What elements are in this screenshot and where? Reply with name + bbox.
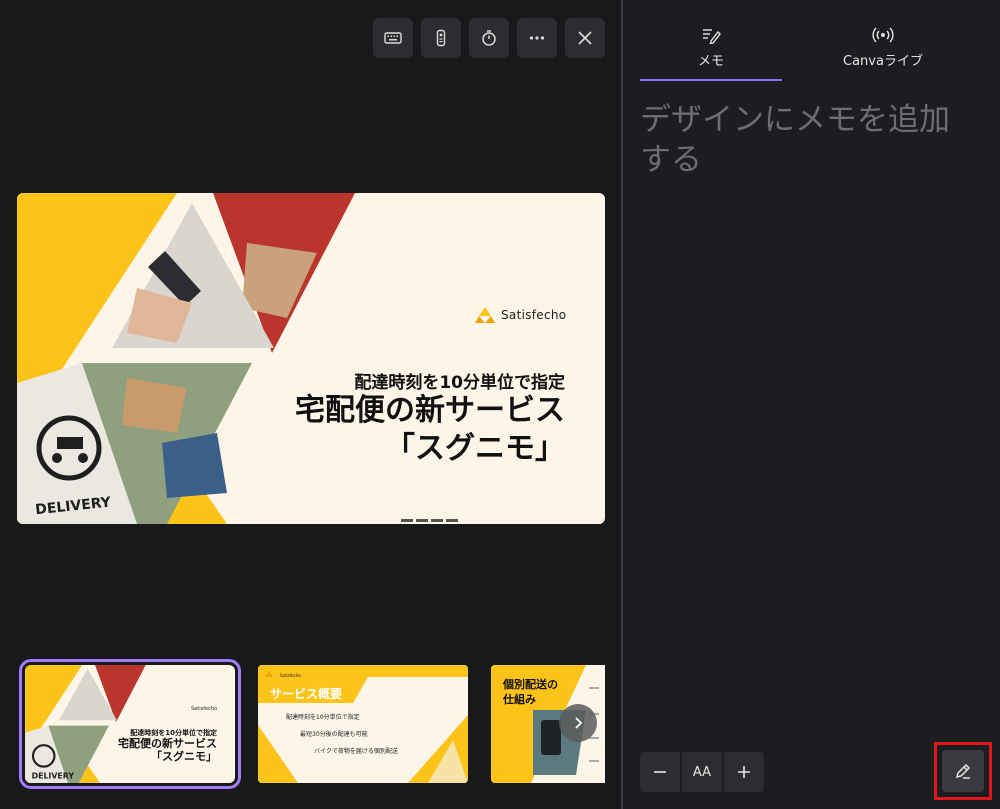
slide-pagination-dots [401,519,458,522]
thumbnail-slide-2[interactable]: Satisfecho サービス概要 配達時刻を10分単位で指定 最短30分後の配… [258,665,468,783]
more-icon [529,36,545,40]
edit-notes-button-inner [942,750,984,792]
pencil-icon [955,763,971,779]
list-item: 配達時刻を10分単位で指定 [286,714,360,721]
decrease-font-button[interactable] [640,752,680,792]
thumbnail-3-heading: 個別配送の 仕組み [503,677,558,707]
slide-title: 宅配便の新サービス 「スグニモ」 [295,392,565,468]
next-thumbnails-button[interactable] [559,704,597,742]
slide-brand: Satisfecho [475,307,566,323]
slide-title-line1: 宅配便の新サービス [295,393,565,428]
minus-icon [654,771,666,773]
presenter-area: DELIVERY Satisfecho 配達時刻を10分単位で指定 宅配便の新サ… [0,0,622,809]
thumbnail-3-heading-line2: 仕組み [503,693,536,706]
brand-logo-icon [475,307,495,323]
edit-notes-button[interactable] [934,742,992,800]
tab-notes[interactable]: メモ [640,26,782,81]
thumbnail-1-title-line1: 宅配便の新サービス [118,737,217,750]
tab-canva-live-label: Canvaライブ [843,54,923,69]
thumbnail-2-list: 配達時刻を10分単位で指定 最短30分後の配達も可能 バイクで荷物を届ける個別配… [286,712,398,763]
thumbnail-slide-1[interactable]: DELIVERY Satisfecho 配達時刻を10分単位で指定 宅配便の新サ… [19,659,241,789]
thumbnail-1-badge: DELIVERY [32,771,75,780]
font-size-button[interactable]: AA [682,752,722,792]
timer-button[interactable] [469,18,509,58]
plus-icon [738,766,750,778]
close-icon [578,31,592,45]
slide-artwork: DELIVERY [17,193,355,524]
close-button[interactable] [565,18,605,58]
tab-canva-live[interactable]: Canvaライブ [813,26,953,81]
increase-font-button[interactable] [724,752,764,792]
keyboard-icon [384,32,402,44]
keyboard-shortcuts-button[interactable] [373,18,413,58]
remote-icon [436,29,446,47]
font-size-controls: AA [640,752,764,792]
timer-icon [482,30,496,46]
more-options-button[interactable] [517,18,557,58]
thumbnail-1-artwork: DELIVERY [25,665,146,783]
thumbnail-3-heading-line1: 個別配送の [503,678,558,691]
chevron-right-icon [575,717,583,729]
notes-icon [703,29,721,44]
broadcast-icon [872,27,894,43]
thumbnail-1-brand: Satisfecho [191,706,218,712]
thumbnail-1-title-line2: 「スグニモ」 [151,750,217,763]
current-slide: DELIVERY Satisfecho 配達時刻を10分単位で指定 宅配便の新サ… [17,193,605,524]
slide-subtitle: 配達時刻を10分単位で指定 [354,373,565,393]
thumbnail-2-brand: Satisfecho [280,673,301,678]
remote-control-button[interactable] [421,18,461,58]
notes-panel: メモ Canvaライブ デザインにメモを追加する AA [623,0,1000,809]
brand-name: Satisfecho [501,308,567,322]
notes-input[interactable]: デザインにメモを追加する [640,100,980,180]
thumbnail-1-title: 宅配便の新サービス 「スグニモ」 [118,737,217,763]
list-item: バイクで荷物を届ける個別配送 [314,748,398,755]
tab-notes-label: メモ [697,54,724,69]
thumbnail-2-heading: サービス概要 [270,687,343,701]
list-item: 最短30分後の配達も可能 [300,731,368,738]
slide-title-line2: 「スグニモ」 [385,431,565,466]
